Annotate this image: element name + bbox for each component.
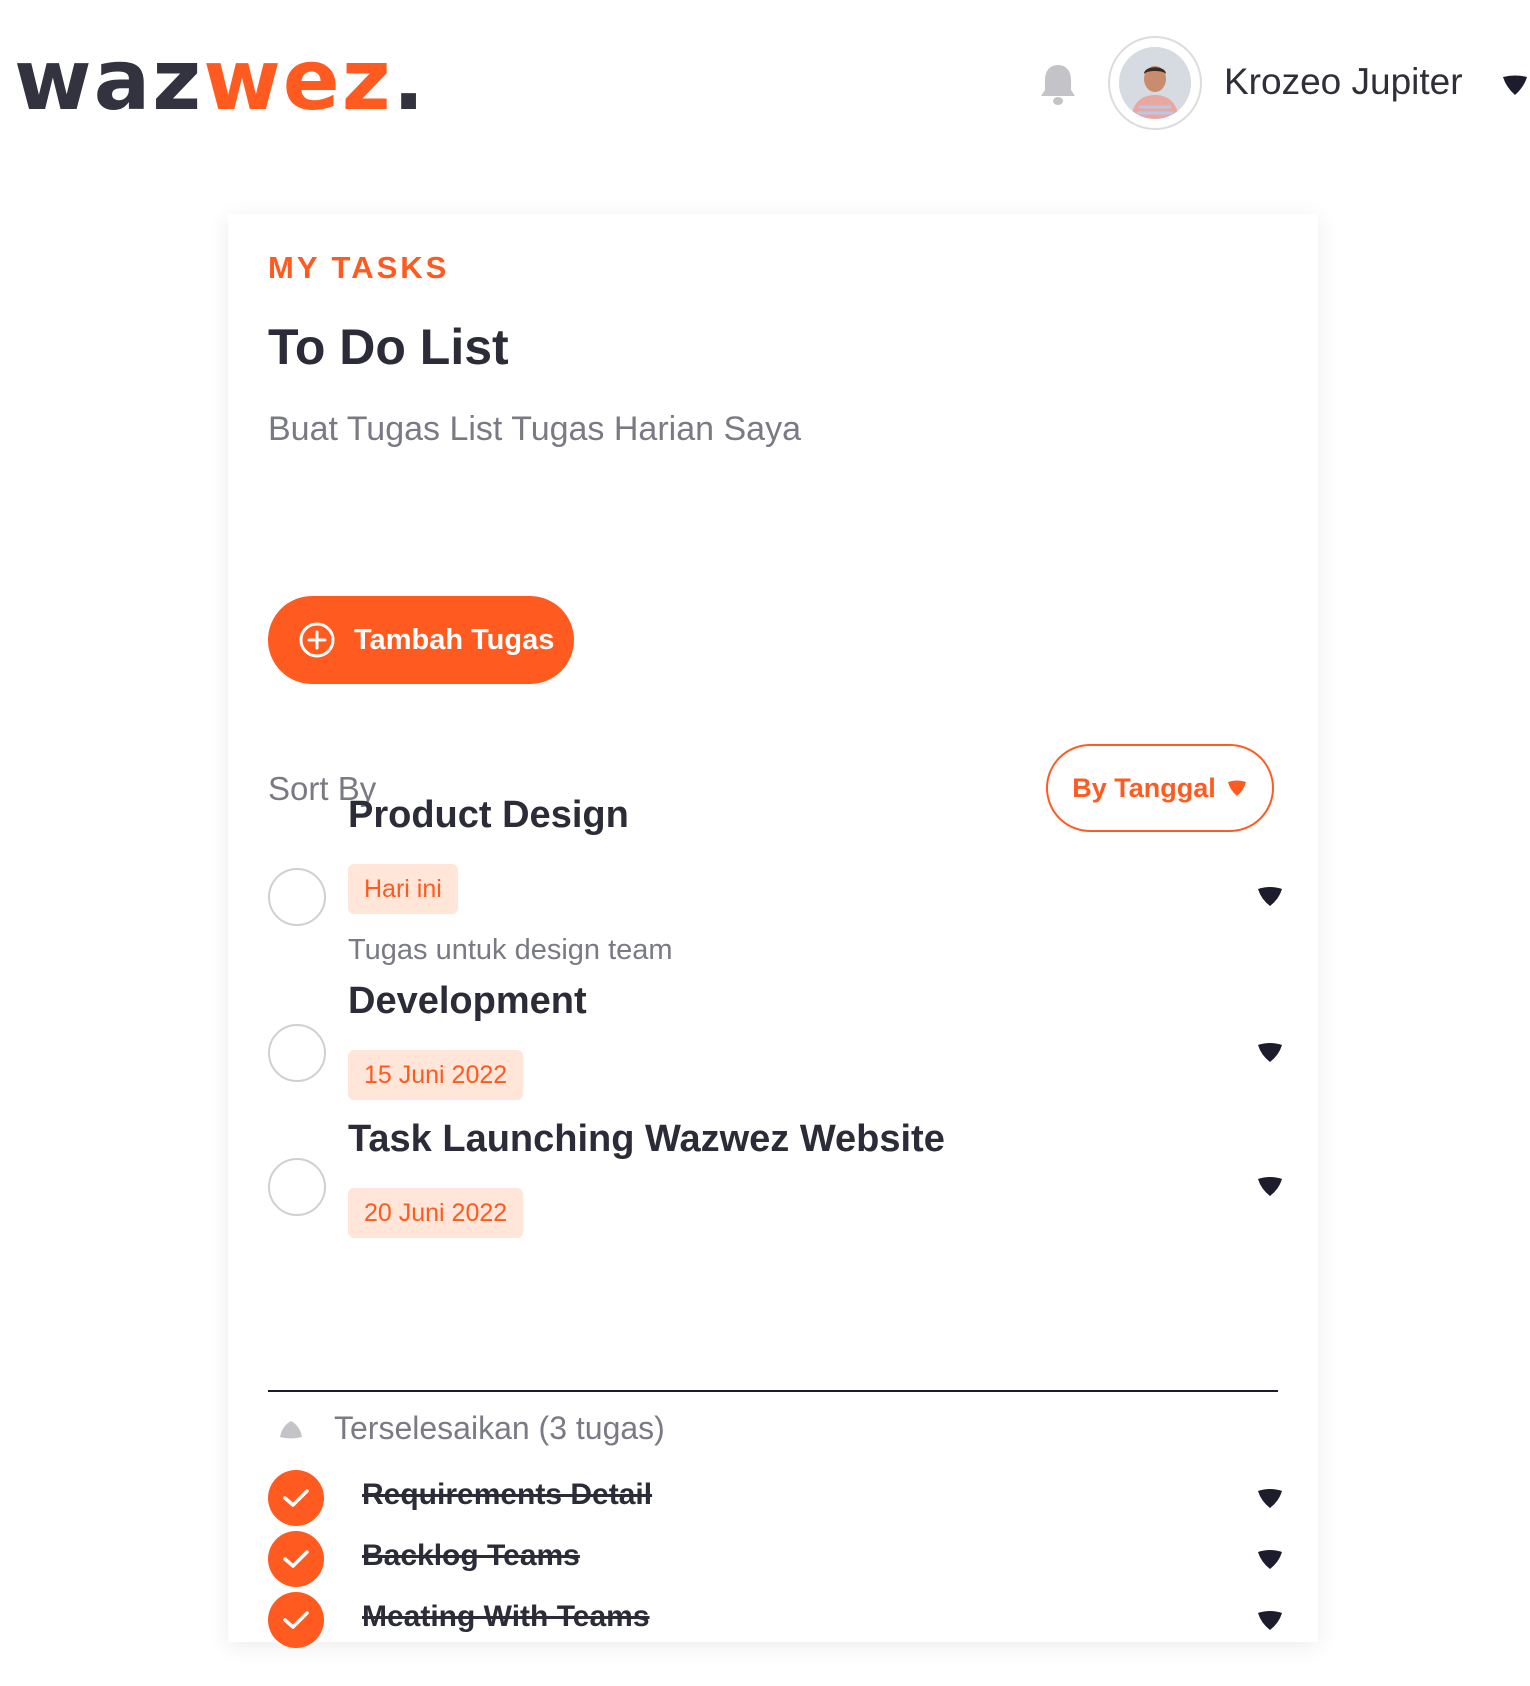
user-menu-caret-icon[interactable] — [1500, 72, 1530, 98]
section-eyebrow: MY TASKS — [268, 250, 450, 285]
completed-task-name: Requirements Detail — [362, 1478, 653, 1511]
bell-icon[interactable] — [1038, 62, 1078, 108]
user-name[interactable]: Krozeo Jupiter — [1224, 58, 1463, 106]
completed-task-item[interactable]: Meating With Teams — [268, 1592, 1282, 1650]
divider — [268, 1390, 1278, 1392]
plus-circle-icon — [299, 622, 335, 658]
task-expand-caret-icon[interactable] — [1256, 1174, 1284, 1198]
completed-checkbox[interactable] — [268, 1592, 324, 1648]
task-expand-caret-icon[interactable] — [1256, 1486, 1284, 1510]
task-item[interactable]: Product Design Hari ini Tugas untuk desi… — [268, 794, 1282, 974]
completed-task-item[interactable]: Requirements Detail — [268, 1470, 1282, 1528]
task-item[interactable]: Development 15 Juni 2022 — [268, 980, 1282, 1100]
task-complete-radio[interactable] — [268, 1158, 326, 1216]
task-complete-radio[interactable] — [268, 1024, 326, 1082]
task-name: Task Launching Wazwez Website — [348, 1118, 945, 1160]
completed-section-toggle[interactable]: Terselesaikan (3 tugas) — [268, 1406, 768, 1456]
add-task-button[interactable]: Tambah Tugas — [268, 596, 574, 684]
avatar — [1119, 47, 1191, 119]
logo-part-1: waz — [14, 31, 204, 129]
check-icon — [283, 1489, 309, 1507]
task-expand-caret-icon[interactable] — [1256, 1547, 1284, 1571]
page-title: To Do List — [268, 319, 509, 375]
task-expand-caret-icon[interactable] — [1256, 884, 1284, 908]
logo-dot: . — [392, 31, 427, 129]
completed-checkbox[interactable] — [268, 1470, 324, 1526]
task-complete-radio[interactable] — [268, 868, 326, 926]
completed-task-name: Backlog Teams — [362, 1539, 580, 1572]
page-subtitle: Buat Tugas List Tugas Harian Saya — [268, 410, 801, 448]
chevron-up-icon — [280, 1421, 302, 1439]
wazwez-logo[interactable]: wazwez. — [14, 30, 427, 130]
task-name: Product Design — [348, 794, 629, 836]
check-icon — [283, 1550, 309, 1568]
task-description: Tugas untuk design team — [348, 934, 673, 966]
task-expand-caret-icon[interactable] — [1256, 1040, 1284, 1064]
task-item[interactable]: Task Launching Wazwez Website 20 Juni 20… — [268, 1118, 1282, 1238]
check-icon — [283, 1611, 309, 1629]
task-expand-caret-icon[interactable] — [1256, 1608, 1284, 1632]
add-task-label: Tambah Tugas — [354, 623, 555, 656]
completed-checkbox[interactable] — [268, 1531, 324, 1587]
tasks-card: MY TASKS To Do List Buat Tugas List Tuga… — [228, 214, 1318, 1648]
task-date-chip: 15 Juni 2022 — [348, 1050, 524, 1100]
completed-task-item[interactable]: Backlog Teams — [268, 1531, 1282, 1589]
task-name: Development — [348, 980, 587, 1022]
avatar-button[interactable] — [1108, 36, 1202, 130]
completed-task-name: Meating With Teams — [362, 1600, 650, 1633]
logo-part-2: wez — [203, 31, 393, 129]
completed-section-label: Terselesaikan (3 tugas) — [334, 1410, 665, 1446]
task-date-chip: Hari ini — [348, 864, 458, 914]
task-date-chip: 20 Juni 2022 — [348, 1188, 524, 1238]
